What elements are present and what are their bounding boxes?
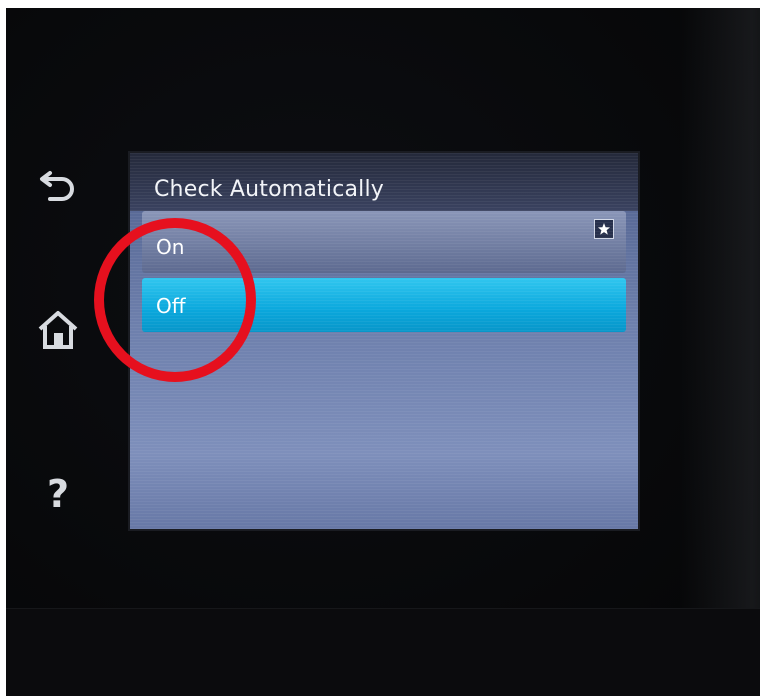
touch-screen: Check Automatically On Off bbox=[128, 151, 640, 531]
option-off-label: Off bbox=[156, 294, 186, 318]
glare bbox=[680, 8, 760, 696]
back-button[interactable] bbox=[34, 160, 82, 208]
option-off[interactable]: Off bbox=[142, 278, 626, 332]
help-icon: ? bbox=[46, 472, 70, 516]
page-title: Check Automatically bbox=[154, 177, 385, 202]
title-bar: Check Automatically bbox=[130, 153, 638, 211]
star-icon bbox=[594, 219, 614, 239]
panel-edge bbox=[6, 608, 760, 696]
help-button[interactable]: ? bbox=[34, 470, 82, 518]
home-button[interactable] bbox=[34, 306, 82, 354]
option-on[interactable]: On bbox=[142, 211, 626, 273]
home-icon bbox=[36, 309, 80, 351]
back-arrow-icon bbox=[38, 167, 78, 201]
option-on-label: On bbox=[156, 235, 185, 259]
